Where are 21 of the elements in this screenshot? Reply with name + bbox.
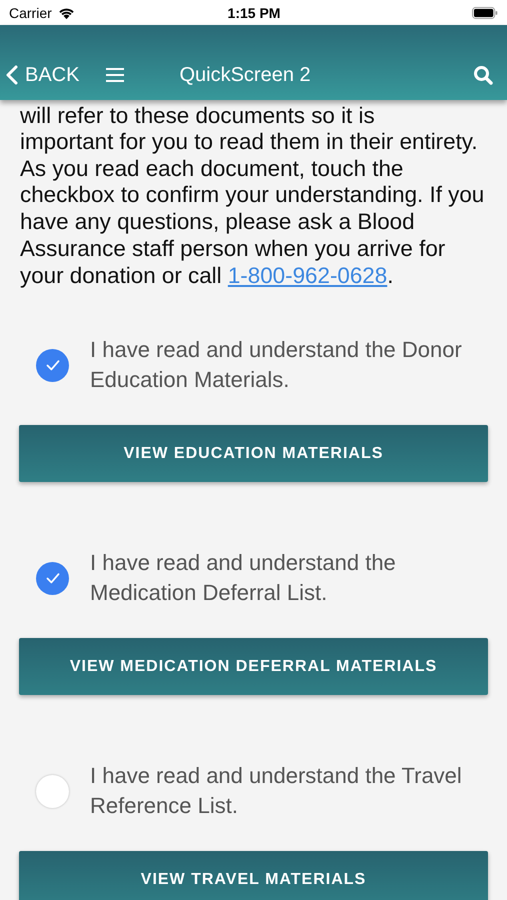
checkbox-label: I have read and understand the Travel Reference List. (90, 762, 463, 820)
back-button[interactable]: BACK (6, 64, 80, 86)
carrier-label: Carrier (9, 4, 52, 20)
checkbox[interactable] (36, 562, 69, 595)
phone-link[interactable]: 1-800-962-0628 (228, 262, 388, 288)
chevron-left-icon (6, 65, 18, 85)
screen-title: QuickScreen 2 (179, 64, 312, 86)
menu-icon[interactable] (105, 67, 126, 83)
battery-icon (472, 6, 498, 18)
status-time: 1:15 PM (226, 4, 282, 20)
checkbox[interactable] (36, 348, 69, 382)
checkbox[interactable] (36, 774, 69, 808)
view-materials-button[interactable]: VIEW EDUCATION MATERIALS (19, 425, 488, 482)
view-materials-button[interactable]: VIEW TRAVEL MATERIALS (19, 851, 488, 900)
search-icon[interactable] (473, 65, 493, 85)
intro-paragraph: important for you to read them in their entirety. As you read each document, touch the checkbox to confirm your understanding. If you have any questions, please ask a Blood Assurance staff person when you arrive for your donation or call 1-800-962-0628. (20, 129, 486, 290)
checkbox-label: I have read and understand the Medication Deferral List. (90, 549, 397, 608)
view-materials-button[interactable]: VIEW MEDICATION DEFERRAL MATERIALS (19, 638, 488, 696)
wifi-icon (56, 6, 76, 20)
checkbox-label: I have read and understand the Donor Education Materials. (90, 336, 463, 394)
intro-paragraph: will refer to these documents so it is (20, 102, 376, 129)
